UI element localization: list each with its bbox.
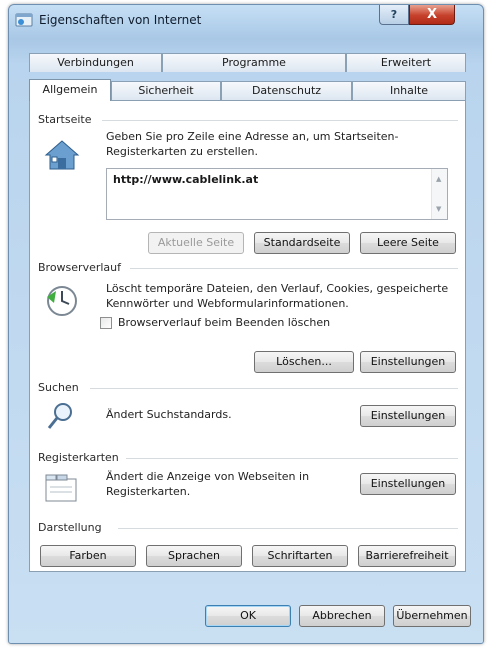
tab-row-bottom: Allgemein Sicherheit Datenschutz Inhalte — [29, 79, 466, 101]
apply-button[interactable]: Übernehmen — [393, 605, 471, 627]
loeschen-button[interactable]: Löschen... — [254, 351, 354, 373]
aktuelle-seite-button[interactable]: Aktuelle Seite — [148, 232, 244, 254]
scroll-up-icon[interactable]: ▲ — [436, 175, 441, 183]
history-clock-icon — [47, 286, 77, 316]
startseite-url-textarea[interactable]: http://www.cablelink.at ▲ ▼ — [106, 168, 448, 220]
sprachen-button[interactable]: Sprachen — [146, 545, 242, 567]
suchen-einstellungen-button[interactable]: Einstellungen — [360, 405, 456, 427]
startseite-url-value: http://www.cablelink.at — [113, 173, 259, 186]
standardseite-button[interactable]: Standardseite — [254, 232, 350, 254]
suchen-divider — [90, 388, 458, 389]
tabs-icon — [45, 474, 77, 502]
tab-inhalte[interactable]: Inhalte — [352, 81, 466, 100]
internet-options-icon — [15, 13, 33, 27]
tab-panel-allgemein: Startseite Geben Sie pro Zeile eine Adre… — [29, 100, 466, 572]
textarea-scrollbar[interactable]: ▲ ▼ — [431, 169, 447, 219]
registerkarten-description: Ändert die Anzeige von Webseiten in Regi… — [106, 470, 310, 498]
darstellung-divider — [118, 528, 458, 529]
tab-verbindungen[interactable]: Verbindungen — [29, 53, 162, 72]
internet-options-window: Eigenschaften von Internet ? X Verbindun… — [8, 4, 484, 644]
schriftarten-button[interactable]: Schriftarten — [252, 545, 348, 567]
leere-seite-button[interactable]: Leere Seite — [360, 232, 456, 254]
tab-sicherheit[interactable]: Sicherheit — [111, 81, 221, 100]
registerkarten-einstellungen-button[interactable]: Einstellungen — [360, 473, 456, 495]
tab-erweitert[interactable]: Erweitert — [346, 53, 466, 72]
tab-programme[interactable]: Programme — [162, 53, 346, 72]
browserverlauf-description: Löscht temporäre Dateien, den Verlauf, C… — [106, 282, 449, 310]
help-button[interactable]: ? — [379, 5, 409, 25]
registerkarten-title: Registerkarten — [38, 451, 119, 464]
startseite-divider — [102, 120, 458, 121]
browserverlauf-beenden-checkbox[interactable] — [100, 317, 112, 329]
suchen-title: Suchen — [38, 381, 79, 394]
tab-row-top: Verbindungen Programme Erweitert — [29, 53, 466, 72]
registerkarten-divider — [126, 458, 458, 459]
barrierefreiheit-button[interactable]: Barrierefreiheit — [358, 545, 456, 567]
darstellung-title: Darstellung — [38, 521, 102, 534]
browserverlauf-checkbox-label[interactable]: Browserverlauf beim Beenden löschen — [118, 315, 330, 330]
title-bar[interactable]: Eigenschaften von Internet ? X — [9, 5, 483, 35]
home-icon — [44, 140, 80, 170]
browserverlauf-einstellungen-button[interactable]: Einstellungen — [360, 351, 456, 373]
browserverlauf-divider — [130, 268, 458, 269]
scroll-down-icon[interactable]: ▼ — [436, 205, 441, 213]
search-icon — [47, 403, 72, 429]
close-button[interactable]: X — [409, 5, 455, 25]
suchen-description: Ändert Suchstandards. — [106, 408, 232, 421]
cancel-button[interactable]: Abbrechen — [299, 605, 385, 627]
window-title: Eigenschaften von Internet — [39, 13, 202, 27]
browserverlauf-title: Browserverlauf — [38, 261, 122, 274]
startseite-description: Geben Sie pro Zeile eine Adresse an, um … — [106, 130, 399, 158]
ok-button[interactable]: OK — [205, 605, 291, 627]
startseite-title: Startseite — [38, 113, 92, 126]
tab-datenschutz[interactable]: Datenschutz — [221, 81, 352, 100]
farben-button[interactable]: Farben — [40, 545, 136, 567]
tab-allgemein[interactable]: Allgemein — [29, 79, 111, 101]
